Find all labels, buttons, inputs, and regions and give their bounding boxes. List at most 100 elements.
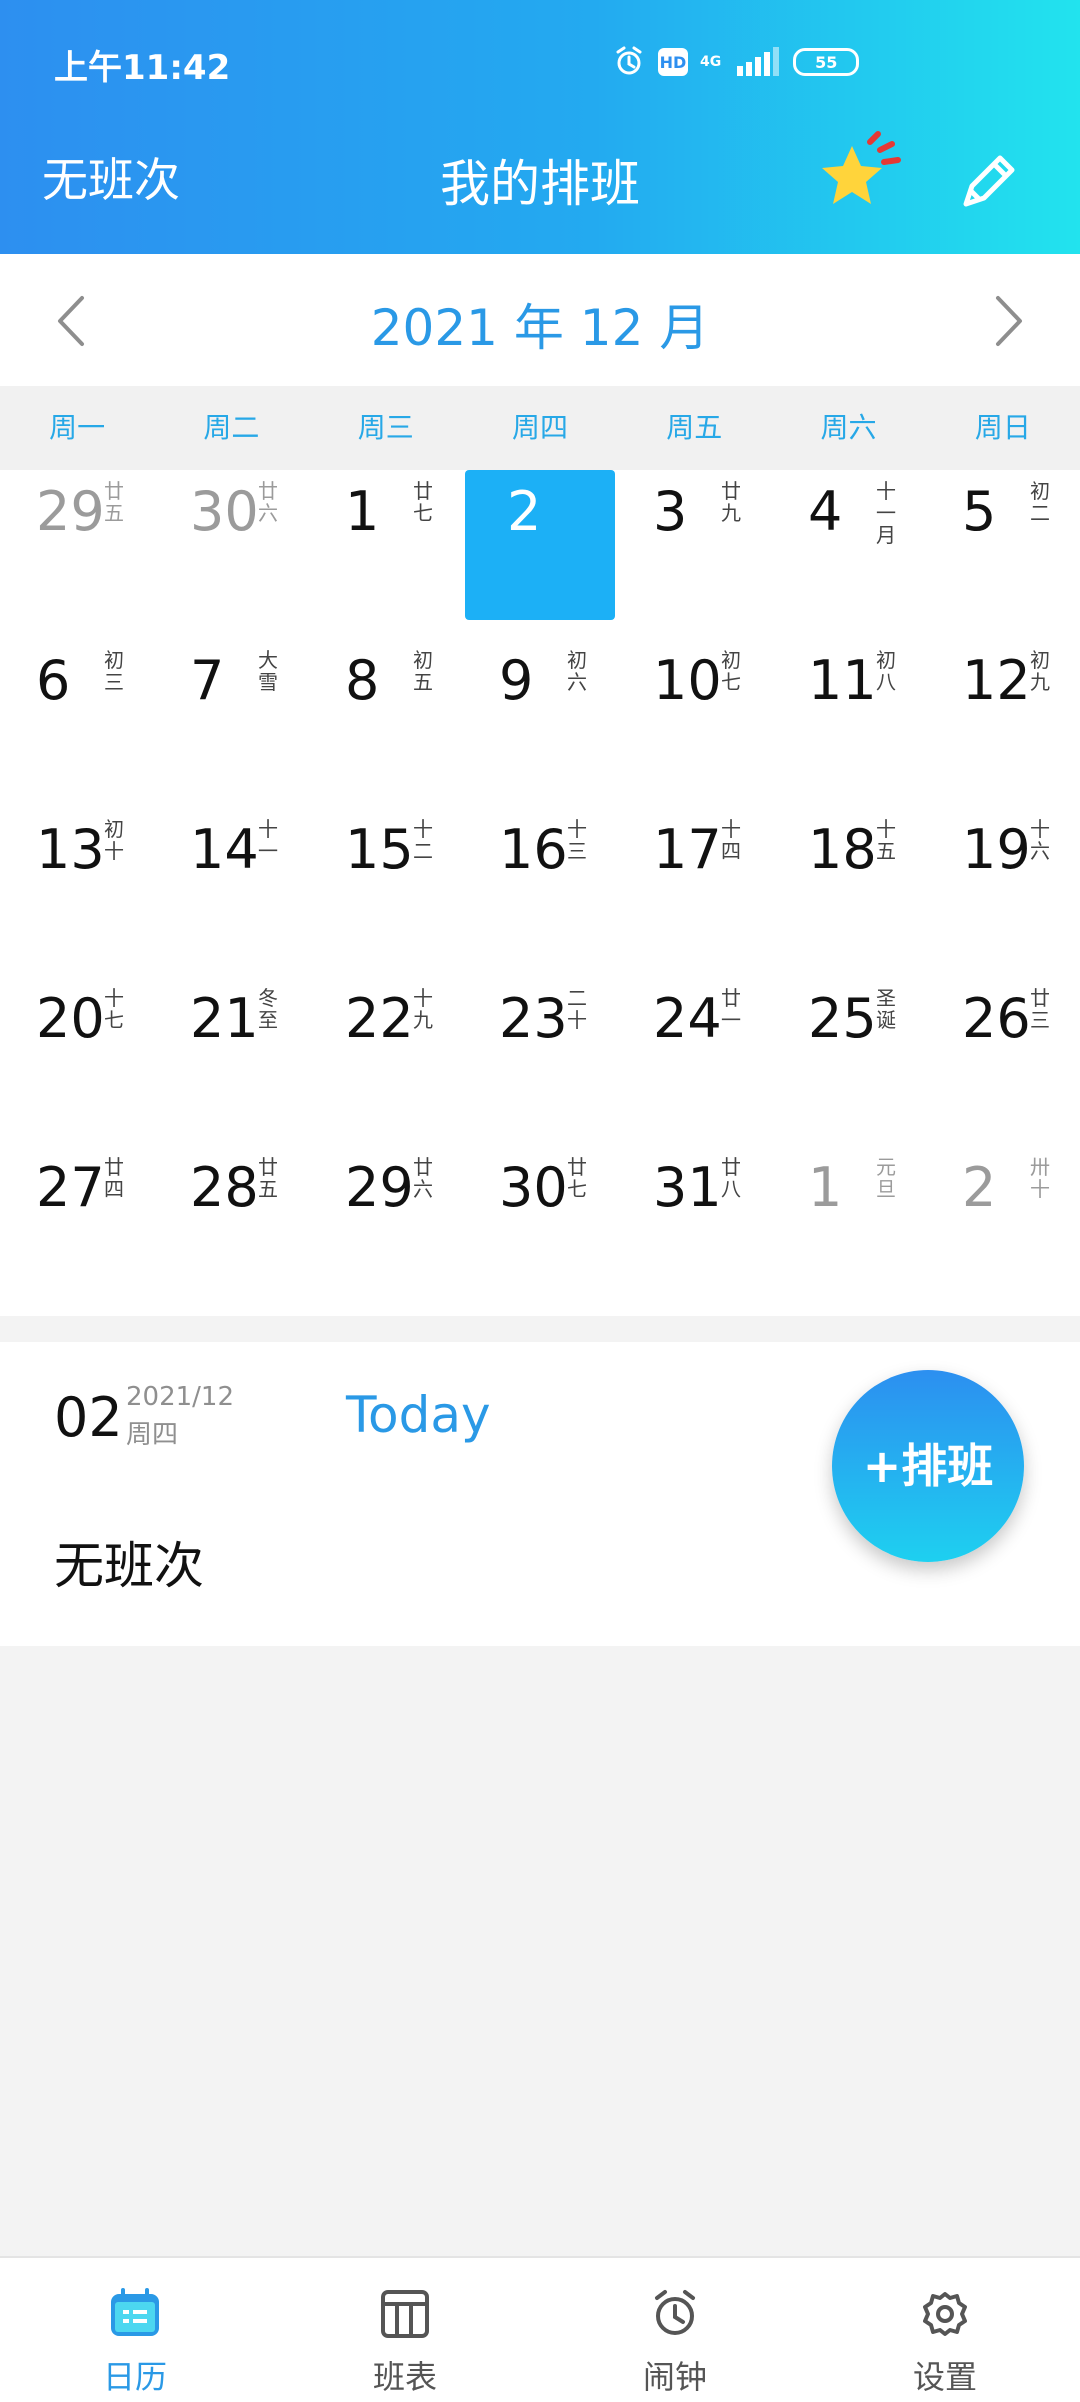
calendar-day-number: 21 [190, 987, 259, 1050]
calendar-day-number: 29 [345, 1156, 414, 1219]
calendar-day-number: 31 [653, 1156, 722, 1219]
calendar-day[interactable]: 20 十 七 [2, 977, 152, 1127]
calendar-day-number: 22 [345, 987, 414, 1050]
calendar-day-number: 3 [653, 480, 688, 543]
calendar-day[interactable]: 10 初 七 [619, 639, 769, 789]
calendar-day[interactable]: 8 初 五 [311, 639, 461, 789]
calendar-lunar-label: 初 六 [567, 648, 587, 694]
battery-indicator: 55 [793, 48, 860, 76]
nav-alarm[interactable]: 闹钟 [540, 2258, 810, 2402]
calendar-lunar-label: 廿 三 [1030, 986, 1050, 1032]
calendar-day-number: 26 [962, 987, 1031, 1050]
calendar-day[interactable]: 23 二 十 [465, 977, 615, 1127]
next-month-button[interactable] [980, 290, 1036, 352]
calendar-day[interactable]: 2 [465, 470, 615, 620]
calendar-day-number: 18 [808, 818, 877, 881]
calendar-day[interactable]: 15 十 二 [311, 808, 461, 958]
calendar-day[interactable]: 29 廿 六 [311, 1146, 461, 1296]
calendar-day-number: 2 [507, 480, 542, 543]
calendar-lunar-label: 二 十 [567, 986, 587, 1032]
calendar-day[interactable]: 1 元 旦 [774, 1146, 924, 1296]
calendar-day-number: 1 [808, 1156, 843, 1219]
calendar-lunar-label: 廿 四 [104, 1155, 124, 1201]
calendar-day[interactable]: 18 十 五 [774, 808, 924, 958]
calendar-day-number: 30 [499, 1156, 568, 1219]
status-icons: HD 4G 55 [612, 42, 860, 82]
calendar-day[interactable]: 1 廿 七 [311, 470, 461, 620]
calendar-day[interactable]: 31 廿 八 [619, 1146, 769, 1296]
nav-settings[interactable]: 设置 [810, 2258, 1080, 2402]
calendar-lunar-label: 初 十 [104, 817, 124, 863]
calendar-day[interactable]: 24 廿 一 [619, 977, 769, 1127]
calendar-day-number: 30 [190, 480, 259, 543]
calendar-day[interactable]: 30 廿 六 [156, 470, 306, 620]
calendar-day-number: 4 [808, 480, 843, 543]
calendar-day[interactable]: 11 初 八 [774, 639, 924, 789]
calendar-day-number: 11 [808, 649, 877, 712]
calendar-lunar-label: 圣 诞 [876, 986, 896, 1032]
calendar-lunar-label: 初 八 [876, 648, 896, 694]
calendar-day-number: 27 [36, 1156, 105, 1219]
calendar-day-number: 5 [962, 480, 997, 543]
calendar-day-number: 16 [499, 818, 568, 881]
nav-calendar-label: 日历 [102, 2358, 167, 2396]
weekday-label: 周四 [511, 411, 568, 444]
calendar-day-number: 10 [653, 649, 722, 712]
calendar-day[interactable]: 2 卅 十 [928, 1146, 1078, 1296]
nav-calendar[interactable]: 日历 [0, 2258, 270, 2402]
calendar-lunar-label: 十 二 [413, 817, 433, 863]
calendar-day[interactable]: 9 初 六 [465, 639, 615, 789]
add-shift-button[interactable]: +排班 [832, 1370, 1024, 1562]
calendar-lunar-label: 廿 七 [567, 1155, 587, 1201]
calendar-day-number: 2 [962, 1156, 997, 1219]
calendar-day-number: 17 [653, 818, 722, 881]
calendar-day[interactable]: 30 廿 七 [465, 1146, 615, 1296]
signal-icon [737, 47, 780, 76]
calendar-day[interactable]: 4 十 一 月 [774, 470, 924, 620]
calendar-day[interactable]: 28 廿 五 [156, 1146, 306, 1296]
calendar-day[interactable]: 5 初 二 [928, 470, 1078, 620]
calendar-day-number: 1 [345, 480, 380, 543]
calendar-day[interactable]: 3 廿 九 [619, 470, 769, 620]
calendar-day[interactable]: 29 廿 五 [2, 470, 152, 620]
favorite-button[interactable] [812, 126, 908, 222]
calendar-day[interactable]: 17 十 四 [619, 808, 769, 958]
calendar-lunar-label: 十 五 [876, 817, 896, 863]
calendar-grid: 29 廿 五 30 廿 六1廿 七23廿 九4十 一 月5初 二6初 三7大 雪8初 … [0, 470, 1080, 1316]
today-label: Today [346, 1386, 491, 1444]
weekday-label: 周五 [666, 411, 723, 444]
calendar-day[interactable]: 13 初 十 [2, 808, 152, 958]
calendar-day[interactable]: 19 十 六 [928, 808, 1078, 958]
calendar-lunar-label: 十 七 [104, 986, 124, 1032]
calendar-day[interactable]: 14 十 一 [156, 808, 306, 958]
app-header: 上午11:42 HD 4G 55 无班次 我的排班 [0, 0, 1080, 254]
calendar-day[interactable]: 7 大 雪 [156, 639, 306, 789]
calendar-day[interactable]: 12 初 九 [928, 639, 1078, 789]
calendar-day[interactable]: 25 圣 诞 [774, 977, 924, 1127]
calendar-day-number: 6 [36, 649, 71, 712]
calendar-day[interactable]: 22 十 九 [311, 977, 461, 1127]
nav-alarm-label: 闹钟 [642, 2358, 707, 2396]
alarm-status-icon [616, 46, 642, 75]
calendar-lunar-label: 卅 十 [1030, 1155, 1050, 1201]
calendar-day-number: 25 [808, 987, 877, 1050]
calendar-lunar-label: 十 一 [258, 817, 278, 863]
status-bar: 上午11:42 HD 4G 55 [0, 0, 1080, 94]
selected-day-number: 02 [54, 1386, 123, 1449]
hd-badge: HD [658, 48, 688, 76]
calendar-day[interactable]: 6 初 三 [2, 639, 152, 789]
month-title: 2021 年 12 月 [370, 299, 710, 357]
calendar-day-number: 28 [190, 1156, 259, 1219]
calendar-day[interactable]: 16 十 三 [465, 808, 615, 958]
weekday-label: 周一 [49, 411, 106, 444]
calendar-day-number: 15 [345, 818, 414, 881]
calendar-day[interactable]: 26 廿 三 [928, 977, 1078, 1127]
calendar-day[interactable]: 27 廿 四 [2, 1146, 152, 1296]
nav-settings-label: 设置 [912, 2358, 977, 2396]
calendar-lunar-label: 十 九 [413, 986, 433, 1032]
nav-schedule-table[interactable]: 班表 [270, 2258, 540, 2402]
calendar-lunar-label: 初 二 [1030, 479, 1050, 525]
calendar-day[interactable]: 21 冬 至 [156, 977, 306, 1127]
bottom-navigation: 日历 班表 闹钟 设置 [0, 2256, 1080, 2402]
edit-button[interactable] [952, 142, 1028, 218]
